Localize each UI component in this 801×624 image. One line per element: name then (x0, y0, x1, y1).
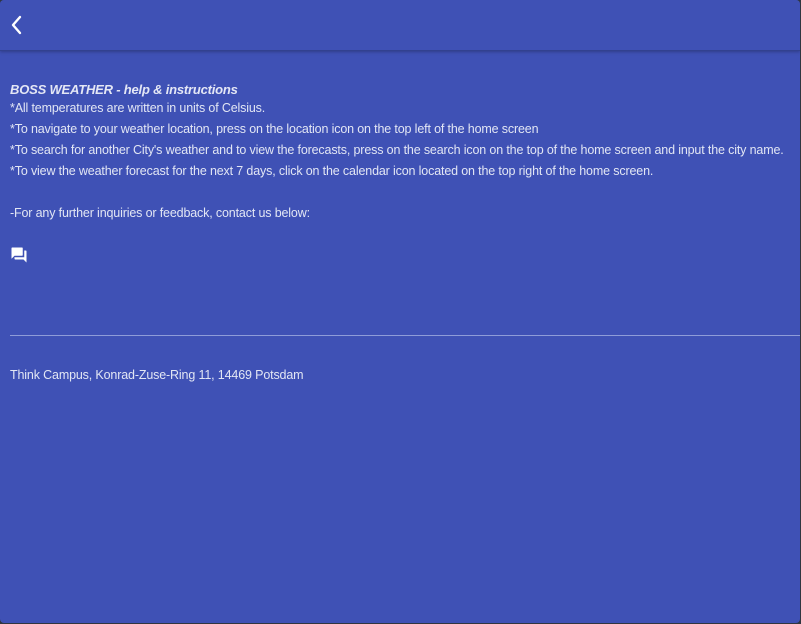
help-line-forecast: *To view the weather forecast for the ne… (10, 164, 654, 178)
help-heading: BOSS WEATHER - help & instructions (10, 82, 238, 97)
footer-address: Think Campus, Konrad-Zuse-Ring 11, 14469… (10, 368, 304, 382)
feedback-button[interactable] (10, 246, 30, 266)
help-screen: BOSS WEATHER - help & instructions *All … (0, 0, 800, 623)
app-toolbar (0, 0, 800, 51)
help-line-search: *To search for another City's weather an… (10, 143, 784, 157)
contact-prompt: -For any further inquiries or feedback, … (10, 206, 310, 220)
back-button[interactable] (4, 10, 30, 40)
help-line-temperature: *All temperatures are written in units o… (10, 101, 266, 115)
chevron-left-icon (11, 15, 22, 35)
divider (10, 335, 800, 336)
help-content: BOSS WEATHER - help & instructions *All … (10, 80, 796, 224)
help-line-location: *To navigate to your weather location, p… (10, 122, 539, 136)
chat-icon (11, 247, 27, 263)
